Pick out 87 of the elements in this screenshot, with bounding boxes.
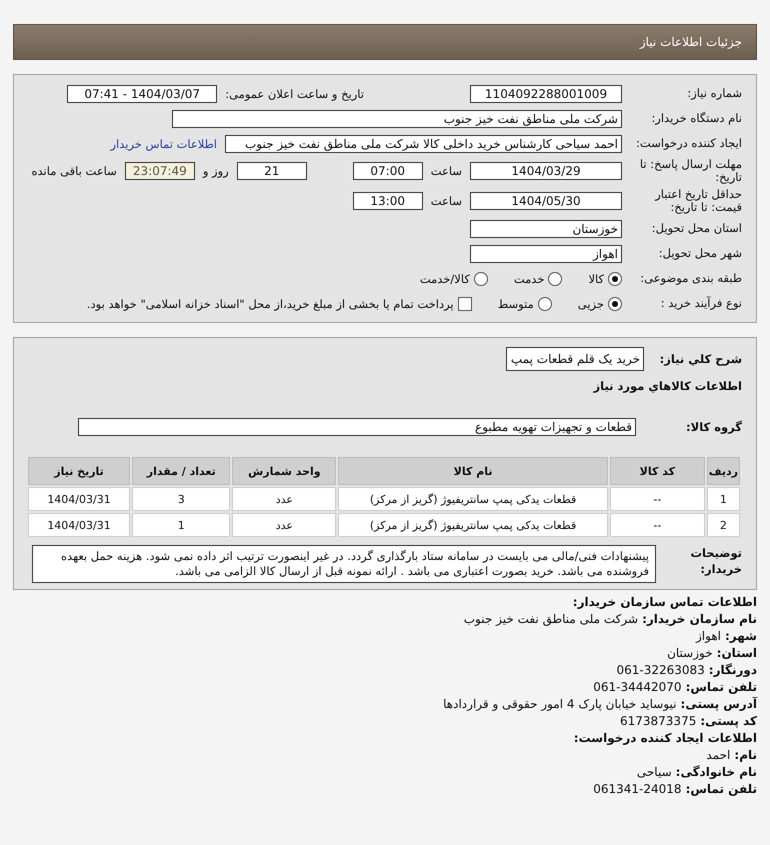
contact-link[interactable]: اطلاعات تماس خریدار [110,136,217,150]
section-title: اطلاعات ایجاد کننده درخواست: [574,730,757,747]
field-value: سیاحی [636,764,672,781]
option-label: متوسط [498,296,534,310]
checkbox[interactable] [458,296,472,310]
table-cell: -- [610,513,705,537]
field-value: 061-32263083 [616,662,705,679]
radio-button[interactable] [548,272,562,286]
table-cell: -- [610,487,705,511]
text-field[interactable]: احمد سیاحی کارشناس خرید داخلی کالا شرکت ملی مناطق نفت خیز جنوب [225,134,622,152]
option-label: کالا [588,272,604,286]
field-label: گروه کالا: [685,420,742,434]
table-cell: 1 [706,487,740,511]
notes-text: پیشنهادات فنی/مالی می بایست در سامانه ستاد بارگذاری گردد. در غیر اینصورت ترتیب اثر داده نمی شود. هزینه حمل بعهده فروشنده می باشد. خرید بصورت اعتباری می باشد . ارائه نمونه قبل از ارسال کالا الزامی می باشد. [32,545,656,583]
field-label: شماره نیاز: [686,87,742,100]
text-field[interactable]: اهواز [470,244,622,262]
column-header: واحد شمارش [232,457,336,485]
column-header: تاریخ نیاز [28,457,130,485]
field-value: 6173873375 [620,713,696,730]
radio-button[interactable] [538,296,552,310]
radio-button[interactable] [608,272,622,286]
field-label: روز و [202,164,229,178]
date-field[interactable]: 1404/03/29 [470,162,622,180]
field-label: آدرس پستی: [680,696,757,713]
table-cell: قطعات یدکی پمپ سانتریفیوژ (گریز از مرکز) [338,513,608,537]
field-value: شرکت ملی مناطق نفت خیز جنوب [464,611,638,628]
section-title: اطلاعات تماس سازمان خریدار: [572,594,757,611]
option-label: جزیی [578,296,604,310]
field-label: ایجاد کننده درخواست: [635,137,742,150]
field-label: نام خانوادگی: [676,764,757,781]
field-label: استان: [716,645,757,662]
text-field[interactable]: 1104092288001009 [470,84,622,102]
field-label: طبقه بندی موضوعی: [639,272,742,285]
column-header: نام کالا [338,457,608,485]
field-label: شهر: [725,628,757,645]
field-value: 061341-24018 [593,781,682,798]
field-label: ساعت باقی مانده [32,164,117,178]
field-label: نوع فرآیند خرید : [660,297,742,310]
field-value: اهواز [696,628,721,645]
option-label: کالا/خدمت [420,272,470,286]
column-header: کد کالا [610,457,705,485]
field-value: خوزستان [667,645,713,662]
table-cell: قطعات یدکی پمپ سانتریفیوژ (گریز از مرکز) [338,487,608,511]
text-field[interactable]: خوزستان [470,220,622,238]
days-field: 21 [236,162,307,180]
section-title: اطلاعات کالاهاي مورد نياز [592,380,742,393]
text-field[interactable]: 1404/03/07 - 07:41 [67,84,218,102]
field-value: نیوساید خیابان پارک 4 امور حقوقی و قراردادها [443,696,677,713]
field-label: استان محل تحویل: [650,222,742,235]
table-cell: عدد [232,513,336,537]
table-cell: 3 [132,487,230,511]
field-label: شهر محل تحویل: [658,247,742,260]
column-header: ردیف [706,457,740,485]
text-field[interactable]: شرکت ملی مناطق نفت خیز جنوب [172,110,622,128]
page-header: جزئیات اطلاعات نیاز [13,24,757,60]
field-label: تاریخ و ساعت اعلان عمومی: [225,86,364,100]
column-header: تعداد / مقدار [132,457,230,485]
field-label: ساعت [430,194,462,208]
field-label: دورنگار: [708,662,757,679]
field-label: مهلت ارسال پاسخ: تا تاریخ: [638,158,742,184]
field-label: تلفن تماس: [686,679,757,696]
table-cell: 1404/03/31 [28,513,130,537]
countdown-field: 23:07:49 [124,162,195,180]
time-field[interactable]: 07:00 [352,162,423,180]
field-label: نام: [734,747,757,764]
text-field[interactable]: خرید یک قلم قطعات پمپ [506,347,644,371]
date-field[interactable]: 1404/05/30 [470,192,622,210]
field-value: 061-34442070 [593,679,682,696]
field-label: توضیحات خریدار: [690,545,742,577]
field-label: نام سازمان خریدار: [642,611,757,628]
table-cell: 1 [132,513,230,537]
field-label: تلفن تماس: [686,781,757,798]
field-label: نام دستگاه خریدار: [650,112,742,125]
table-cell: 1404/03/31 [28,487,130,511]
field-value: احمد [706,747,730,764]
table-cell: 2 [706,513,740,537]
time-field[interactable]: 13:00 [352,192,423,210]
field-label: شرح کلي نياز: [658,352,742,366]
option-label: پرداخت تمام یا بخشی از مبلغ خرید،از محل "اسناد خزانه اسلامی" خواهد بود. [86,296,454,310]
table-cell: عدد [232,487,336,511]
field-label: ساعت [430,164,462,178]
field-label: کد پستی: [700,713,757,730]
radio-button[interactable] [474,272,488,286]
radio-button[interactable] [608,296,622,310]
text-field[interactable]: قطعات و تجهیزات تهویه مطبوع [78,418,636,436]
field-label: حداقل تاریخ اعتبار قیمت: تا تاریخ: [654,188,742,214]
option-label: خدمت [514,272,544,286]
